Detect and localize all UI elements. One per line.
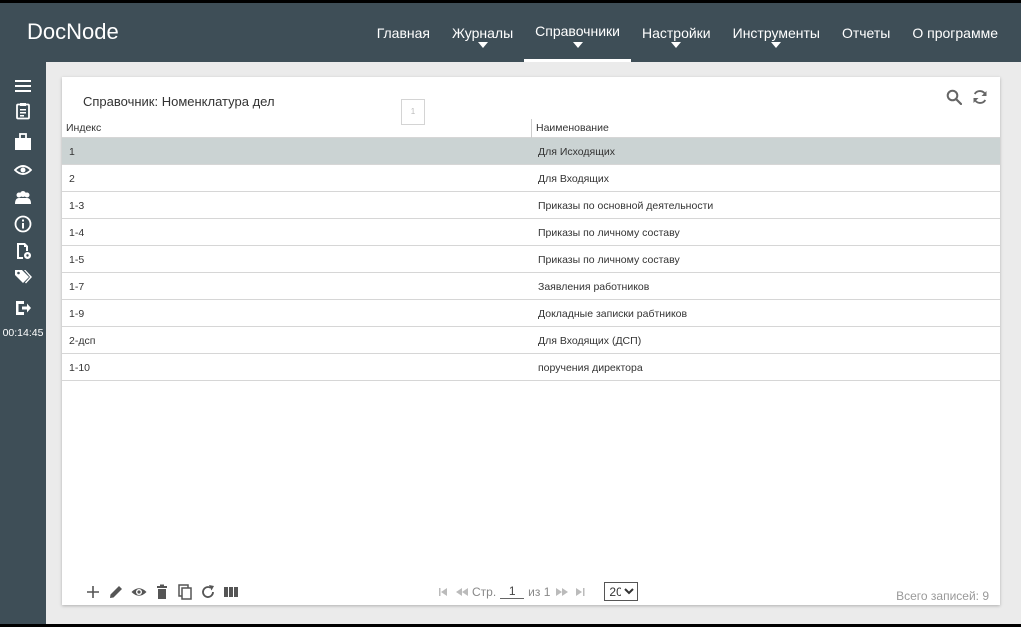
cell-name: Докладные записки рабтников <box>538 308 688 320</box>
nav-item-1[interactable]: Журналы <box>441 3 524 62</box>
caret-down-icon <box>572 42 583 48</box>
cell-index: 1 <box>69 146 75 158</box>
clipboard-icon[interactable] <box>14 102 32 120</box>
nav-item-label: Настройки <box>641 24 711 41</box>
table-row[interactable]: 1 Для Исходящих <box>62 138 1000 165</box>
caret-down-icon <box>771 42 782 48</box>
refresh-icon[interactable] <box>972 89 988 105</box>
page-label: Стр. <box>472 584 497 599</box>
view-icon[interactable] <box>131 584 147 600</box>
page-count-label: из 1 <box>528 584 551 599</box>
table-row[interactable]: 1-10 поручения директора <box>62 354 1000 381</box>
cell-index: 1-5 <box>69 254 85 266</box>
cell-name: Для Входящих <box>538 173 610 185</box>
cell-index: 2 <box>69 173 75 185</box>
columns-icon[interactable] <box>223 584 239 600</box>
table-row[interactable]: 1-7 Заявления работников <box>62 273 1000 300</box>
table-row[interactable]: 1-9 Докладные записки рабтников <box>62 300 1000 327</box>
cell-name: Приказы по личному составу <box>538 227 680 239</box>
info-icon[interactable] <box>14 215 32 233</box>
cell-name: Заявления работников <box>538 281 650 293</box>
nav-item-label: О программе <box>912 24 998 41</box>
nav-item-label: Отчеты <box>841 24 891 41</box>
app-window: DocNode Главная Журналы Справочники Настрой… <box>0 3 1021 624</box>
last-page-icon[interactable] <box>573 586 586 598</box>
panel-title: Справочник: Номенклатура дел <box>83 94 275 109</box>
nav-item-0[interactable]: Главная <box>366 3 441 62</box>
pagination: Стр. из 1 20 <box>438 582 639 601</box>
main-nav: Главная Журналы Справочники Настройки Инстру… <box>366 3 1009 62</box>
tags-icon[interactable] <box>14 268 32 286</box>
app-logo[interactable]: DocNode <box>27 19 119 45</box>
column-header-index[interactable]: Индекс <box>66 122 101 134</box>
cell-index: 1-4 <box>69 227 85 239</box>
nav-item-label: Журналы <box>452 24 514 41</box>
nav-item-5[interactable]: Отчеты <box>831 3 901 62</box>
add-icon[interactable] <box>85 584 101 600</box>
catalog-panel: Справочник: Номенклатура дел 1 Индекс На… <box>62 77 1000 605</box>
page-size-select[interactable]: 20 <box>604 582 639 601</box>
edit-icon[interactable] <box>108 584 124 600</box>
cell-name: поручения директора <box>538 362 643 374</box>
table-body: 1 Для Исходящих 2 Для Входящих 1-3 Приказы по… <box>62 138 1000 381</box>
document-settings-icon[interactable] <box>14 242 32 260</box>
nav-item-label: Главная <box>376 24 430 41</box>
nav-item-4[interactable]: Инструменты <box>722 3 831 62</box>
prev-page-icon[interactable] <box>455 586 468 598</box>
table-row[interactable]: 2 Для Входящих <box>62 165 1000 192</box>
action-toolbar <box>85 584 239 600</box>
delete-icon[interactable] <box>154 584 170 600</box>
panel-tools <box>946 89 988 105</box>
nav-item-label: Справочники <box>535 23 620 39</box>
caret-down-icon <box>477 42 488 48</box>
next-page-icon[interactable] <box>556 586 569 598</box>
session-clock: 00:14:45 <box>2 327 44 339</box>
search-icon[interactable] <box>946 89 962 105</box>
table-row[interactable]: 1-5 Приказы по личному составу <box>62 246 1000 273</box>
column-header-name[interactable]: Наименование <box>536 122 609 134</box>
top-navbar: DocNode Главная Журналы Справочники Настрой… <box>0 3 1021 62</box>
menu-icon[interactable] <box>14 77 32 95</box>
table-row[interactable]: 2-дсп Для Входящих (ДСП) <box>62 327 1000 354</box>
table-row[interactable]: 1-3 Приказы по основной деятельности <box>62 192 1000 219</box>
cell-index: 1-3 <box>69 200 85 212</box>
cell-name: Для Входящих (ДСП) <box>538 335 642 347</box>
table-row[interactable]: 1-4 Приказы по личному составу <box>62 219 1000 246</box>
users-icon[interactable] <box>14 189 32 207</box>
cell-name: Приказы по личному составу <box>538 254 680 266</box>
cell-name: Для Исходящих <box>538 146 615 158</box>
cell-name: Приказы по основной деятельности <box>538 200 714 212</box>
eye-icon[interactable] <box>14 161 32 179</box>
nav-item-3[interactable]: Настройки <box>631 3 722 62</box>
column-divider[interactable] <box>531 119 532 138</box>
panel-footer: Стр. из 1 20 Всего записей: 9 <box>62 577 1000 605</box>
sidebar: 00:14:45 <box>0 62 46 624</box>
briefcase-icon[interactable] <box>14 133 32 151</box>
logout-icon[interactable] <box>14 299 32 317</box>
copy-icon[interactable] <box>177 584 193 600</box>
cell-index: 1-7 <box>69 281 85 293</box>
table-header: Индекс Наименование <box>62 119 1000 138</box>
cell-index: 2-дсп <box>69 335 96 347</box>
nav-item-label: Инструменты <box>732 24 820 41</box>
nav-item-2[interactable]: Справочники <box>524 3 631 62</box>
caret-down-icon <box>671 42 682 48</box>
total-records: Всего записей: 9 <box>896 589 989 603</box>
cell-index: 1-10 <box>69 362 91 374</box>
first-page-icon[interactable] <box>438 586 451 598</box>
page-number-input[interactable] <box>500 584 525 599</box>
catalog-table: Индекс Наименование 1 Для Исходящих 2 Для В… <box>62 119 1000 381</box>
cell-index: 1-9 <box>69 308 85 320</box>
reload-icon[interactable] <box>200 584 216 600</box>
nav-item-6[interactable]: О программе <box>901 3 1009 62</box>
